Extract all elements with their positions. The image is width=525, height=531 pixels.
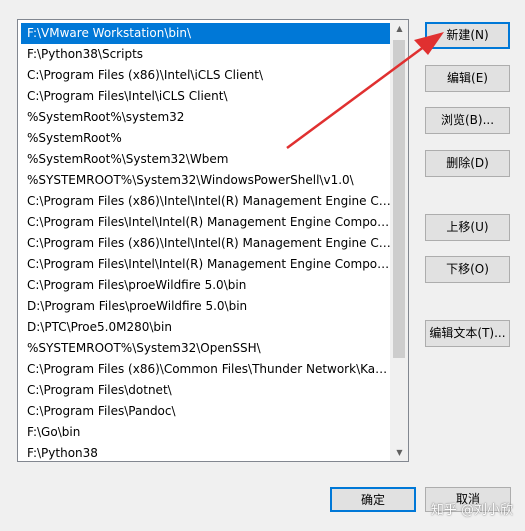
path-list-item[interactable]: C:\Program Files\Intel\Intel(R) Manageme…: [21, 254, 391, 275]
path-list-item[interactable]: C:\Program Files\Pandoc\: [21, 401, 391, 422]
move-up-button[interactable]: 上移(U): [425, 214, 510, 241]
path-list-item[interactable]: C:\Program Files\dotnet\: [21, 380, 391, 401]
new-button[interactable]: 新建(N): [425, 22, 510, 49]
path-list-item[interactable]: F:\Go\bin: [21, 422, 391, 443]
move-down-button[interactable]: 下移(O): [425, 256, 510, 283]
edit-text-button[interactable]: 编辑文本(T)...: [425, 320, 510, 347]
path-list-item[interactable]: D:\PTC\Proe5.0M280\bin: [21, 317, 391, 338]
path-list-item[interactable]: C:\Program Files\proeWildfire 5.0\bin: [21, 275, 391, 296]
browse-button[interactable]: 浏览(B)...: [425, 107, 510, 134]
path-list-item[interactable]: F:\VMware Workstation\bin\: [21, 23, 391, 44]
path-list-item[interactable]: C:\Program Files (x86)\Intel\Intel(R) Ma…: [21, 191, 391, 212]
path-list-item[interactable]: %SYSTEMROOT%\System32\OpenSSH\: [21, 338, 391, 359]
path-list-item[interactable]: F:\Python38: [21, 443, 391, 461]
path-list-item[interactable]: C:\Program Files (x86)\Intel\Intel(R) Ma…: [21, 233, 391, 254]
path-listbox[interactable]: F:\VMware Workstation\bin\ F:\Python38\Sc…: [17, 19, 409, 462]
vertical-scrollbar[interactable]: ▲ ▼: [390, 20, 408, 461]
path-list-item[interactable]: C:\Program Files\Intel\iCLS Client\: [21, 86, 391, 107]
path-list-item[interactable]: %SYSTEMROOT%\System32\WindowsPowerShell\…: [21, 170, 391, 191]
path-list-item[interactable]: C:\Program Files (x86)\Common Files\Thun…: [21, 359, 391, 380]
path-list-item[interactable]: %SystemRoot%: [21, 128, 391, 149]
path-list-item[interactable]: C:\Program Files (x86)\Intel\iCLS Client…: [21, 65, 391, 86]
scroll-up-arrow-icon[interactable]: ▲: [391, 20, 408, 37]
delete-button[interactable]: 删除(D): [425, 150, 510, 177]
ok-button[interactable]: 确定: [330, 487, 416, 512]
path-list-items: F:\VMware Workstation\bin\ F:\Python38\Sc…: [21, 23, 391, 461]
path-list-item[interactable]: %SystemRoot%\system32: [21, 107, 391, 128]
path-list-item[interactable]: F:\Python38\Scripts: [21, 44, 391, 65]
path-list-item[interactable]: C:\Program Files\Intel\Intel(R) Manageme…: [21, 212, 391, 233]
watermark: 知乎 @刘小欣: [430, 503, 513, 518]
path-list-item[interactable]: %SystemRoot%\System32\Wbem: [21, 149, 391, 170]
path-list-item[interactable]: D:\Program Files\proeWildfire 5.0\bin: [21, 296, 391, 317]
scrollbar-thumb[interactable]: [393, 40, 405, 358]
scroll-down-arrow-icon[interactable]: ▼: [391, 444, 408, 461]
edit-button[interactable]: 编辑(E): [425, 65, 510, 92]
